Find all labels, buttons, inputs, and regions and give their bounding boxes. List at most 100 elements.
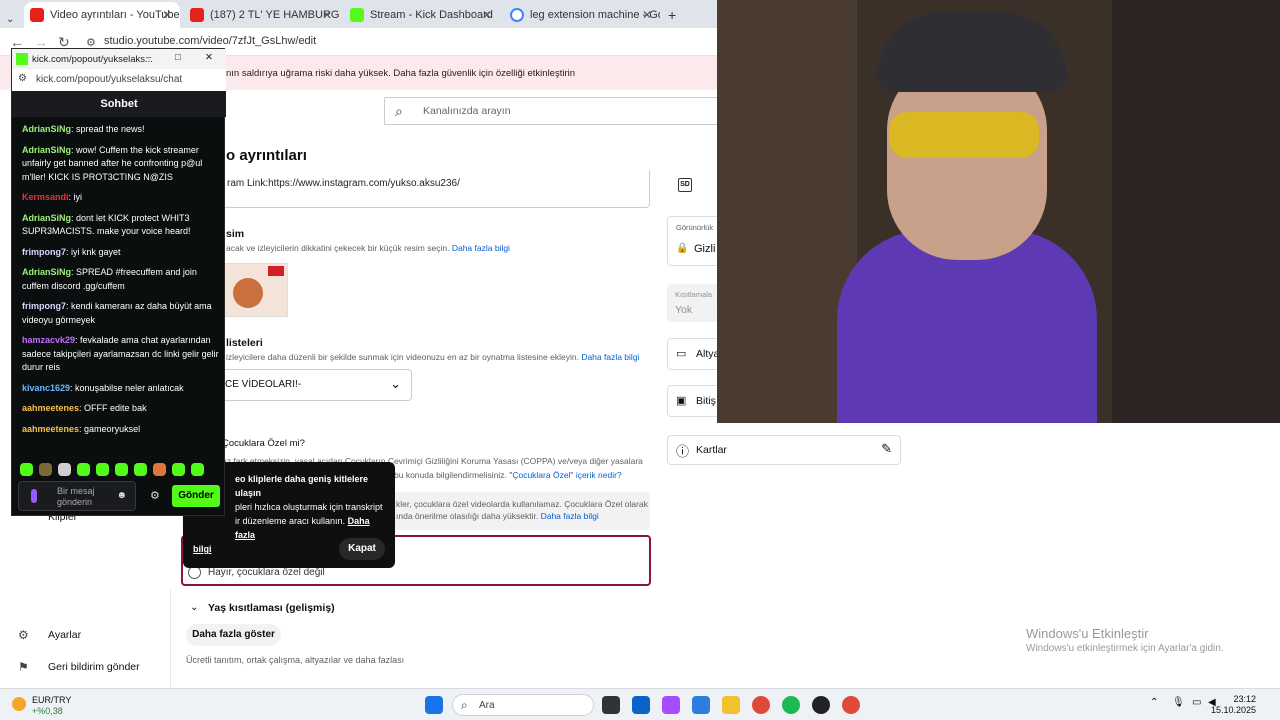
sd-icon: SD bbox=[678, 178, 692, 192]
youtube-icon bbox=[30, 8, 44, 22]
tab-youtube-video[interactable]: (187) 2 TL' YE HAMBURGER YA ✕ bbox=[184, 2, 340, 28]
coppa-line1: kler, çocuklara özel videolarda kullanıl… bbox=[396, 499, 648, 509]
chat-message: aahmeetenes: gameoryuksel bbox=[22, 423, 222, 437]
background-wall bbox=[1112, 0, 1280, 423]
show-more-button[interactable]: Daha fazla göster bbox=[186, 624, 281, 646]
emote-icon[interactable] bbox=[134, 463, 147, 476]
microphone-icon[interactable]: 🎙 bbox=[1172, 697, 1185, 708]
tab-kick-dashboard[interactable]: Stream - Kick Dashboard ✕ bbox=[344, 2, 500, 28]
gear-icon[interactable]: ⚙ bbox=[150, 489, 160, 502]
chat-username[interactable]: AdrianSiNg bbox=[22, 267, 71, 277]
thumbnail-title: sim bbox=[226, 228, 245, 240]
task-view-icon[interactable] bbox=[602, 696, 620, 714]
chat-username[interactable]: hamzacvk29 bbox=[22, 335, 75, 345]
emote-icon[interactable] bbox=[191, 463, 204, 476]
chat-message: AdrianSiNg: SPREAD #freecuffem and join … bbox=[22, 266, 222, 293]
chat-header: Sohbet bbox=[12, 91, 226, 117]
search-placeholder: Kanalınızda arayın bbox=[423, 105, 511, 117]
site-info-icon[interactable]: ⚙ bbox=[18, 73, 27, 84]
sidebar-item-settings[interactable]: ⚙ Ayarlar bbox=[18, 628, 81, 642]
thumbnail-desc-text: acak ve izleyicilerin dikkatini çekecek … bbox=[226, 243, 450, 253]
person-sunglasses bbox=[889, 112, 1039, 158]
minimize-icon[interactable]: – bbox=[146, 52, 151, 63]
clock[interactable]: 23:12 15.10.2025 bbox=[1211, 694, 1256, 716]
network-icon[interactable]: ▭ bbox=[1192, 697, 1201, 708]
emote-icon[interactable] bbox=[77, 463, 90, 476]
emote-icon[interactable] bbox=[39, 463, 52, 476]
coppa-line2: ında önerilme olasılığı daha yüksektir. … bbox=[396, 510, 599, 522]
info-icon: ⓘ bbox=[676, 444, 690, 459]
chat-username[interactable]: AdrianSiNg bbox=[22, 124, 71, 134]
description-text: ram Link:https://www.instagram.com/yukso… bbox=[227, 178, 460, 189]
chat-username[interactable]: AdrianSiNg bbox=[22, 213, 71, 223]
chat-username[interactable]: frimpong7 bbox=[22, 301, 66, 311]
windows-start-icon[interactable] bbox=[425, 696, 443, 714]
emoji-icon[interactable]: ☻ bbox=[116, 490, 127, 501]
playlists-desc-text: izleyicilere daha düzenli bir şekilde su… bbox=[226, 352, 579, 362]
app-icon[interactable] bbox=[812, 696, 830, 714]
cards-button[interactable]: ⓘ Kartlar ✎ bbox=[667, 435, 901, 465]
close-icon[interactable]: ✕ bbox=[162, 8, 172, 22]
tab-title: (187) 2 TL' YE HAMBURGER YA bbox=[210, 9, 340, 21]
maximize-icon[interactable]: □ bbox=[175, 52, 181, 63]
channel-search-input[interactable]: ⌕ Kanalınızda arayın bbox=[384, 97, 724, 125]
sidebar-item-feedback[interactable]: ⚑ Geri bildirim gönder bbox=[18, 660, 140, 674]
emote-icon[interactable] bbox=[20, 463, 33, 476]
file-explorer-icon[interactable] bbox=[722, 696, 740, 714]
chat-input-placeholder: Bir mesaj gönderin bbox=[57, 486, 95, 507]
end-screen-label: Bitiş bbox=[696, 395, 716, 407]
emote-icon[interactable] bbox=[172, 463, 185, 476]
badge-icon bbox=[31, 489, 37, 503]
thumbnail-image[interactable] bbox=[224, 263, 288, 317]
chat-username[interactable]: AdrianSiNg bbox=[22, 145, 71, 155]
more-info-link[interactable]: Daha fazla bilgi bbox=[541, 511, 599, 521]
activation-watermark-title: Windows'u Etkinleştir bbox=[1026, 626, 1149, 641]
chat-text: : OFFF edite bak bbox=[79, 403, 147, 413]
kids-info-link[interactable]: "Çocuklara Özel" içerik nedir? bbox=[509, 470, 621, 480]
kick-icon bbox=[350, 8, 364, 22]
chat-username[interactable]: frimpong7 bbox=[22, 247, 66, 257]
emote-icon[interactable] bbox=[115, 463, 128, 476]
clock-date: 15.10.2025 bbox=[1210, 705, 1256, 715]
description-field[interactable]: ram Link:https://www.instagram.com/yukso… bbox=[182, 170, 650, 208]
send-button[interactable]: Gönder bbox=[172, 485, 220, 507]
chat-username[interactable]: kivanc1629 bbox=[22, 383, 70, 393]
chat-username[interactable]: aahmeetenes bbox=[22, 424, 79, 434]
url-field[interactable]: studio.youtube.com/video/7zfJt_GsLhw/edi… bbox=[104, 35, 316, 47]
emote-icon[interactable] bbox=[58, 463, 71, 476]
popout-url: kick.com/popout/yukselaksu/chat bbox=[36, 74, 183, 85]
new-tab-button[interactable]: + bbox=[662, 2, 682, 28]
close-icon[interactable]: ✕ bbox=[205, 52, 213, 63]
webcam-overlay bbox=[717, 0, 1280, 423]
close-icon[interactable]: ✕ bbox=[322, 8, 332, 22]
outlook-icon[interactable] bbox=[632, 696, 650, 714]
radio-not-for-kids-label[interactable]: Hayır, çocuklara özel değil bbox=[208, 567, 325, 578]
ticker-widget[interactable]: EUR/TRY +%0,38 bbox=[12, 695, 71, 717]
chevron-up-icon[interactable]: ⌃ bbox=[1150, 697, 1158, 708]
close-icon[interactable]: ✕ bbox=[642, 8, 652, 22]
close-icon[interactable]: ✕ bbox=[482, 8, 492, 22]
spotify-icon[interactable] bbox=[782, 696, 800, 714]
chrome-profile-icon[interactable] bbox=[842, 696, 860, 714]
gear-icon: ⚙ bbox=[18, 628, 29, 642]
more-info-link[interactable]: Daha fazla bilgi bbox=[581, 352, 639, 362]
chat-username[interactable]: Kermsandi bbox=[22, 192, 69, 202]
pencil-icon[interactable]: ✎ bbox=[881, 441, 892, 457]
feedback-icon: ⚑ bbox=[18, 660, 29, 674]
chat-username[interactable]: aahmeetenes bbox=[22, 403, 79, 413]
chrome-icon[interactable] bbox=[752, 696, 770, 714]
chevron-down-icon: ⌄ bbox=[6, 13, 15, 25]
close-tooltip-button[interactable]: Kapat bbox=[339, 538, 385, 560]
emote-icon[interactable] bbox=[96, 463, 109, 476]
chat-message-input[interactable]: Bir mesaj gönderin ☻ bbox=[18, 481, 136, 511]
copilot-icon[interactable] bbox=[662, 696, 680, 714]
tab-youtube-studio[interactable]: Video ayrıntıları - YouTube Stu ✕ bbox=[24, 2, 180, 28]
store-icon[interactable] bbox=[692, 696, 710, 714]
taskbar-search[interactable]: ⌕ Ara bbox=[452, 694, 594, 716]
emote-icon[interactable] bbox=[153, 463, 166, 476]
tab-google-search[interactable]: leg extension machine - Google ✕ bbox=[504, 2, 660, 28]
age-restriction-toggle[interactable]: Yaş kısıtlaması (gelişmiş) bbox=[208, 602, 335, 614]
end-screen-icon: ▣ bbox=[676, 395, 687, 407]
more-info-link[interactable]: Daha fazla bilgi bbox=[452, 243, 510, 253]
chevron-down-icon[interactable]: ⌄ bbox=[190, 602, 198, 613]
